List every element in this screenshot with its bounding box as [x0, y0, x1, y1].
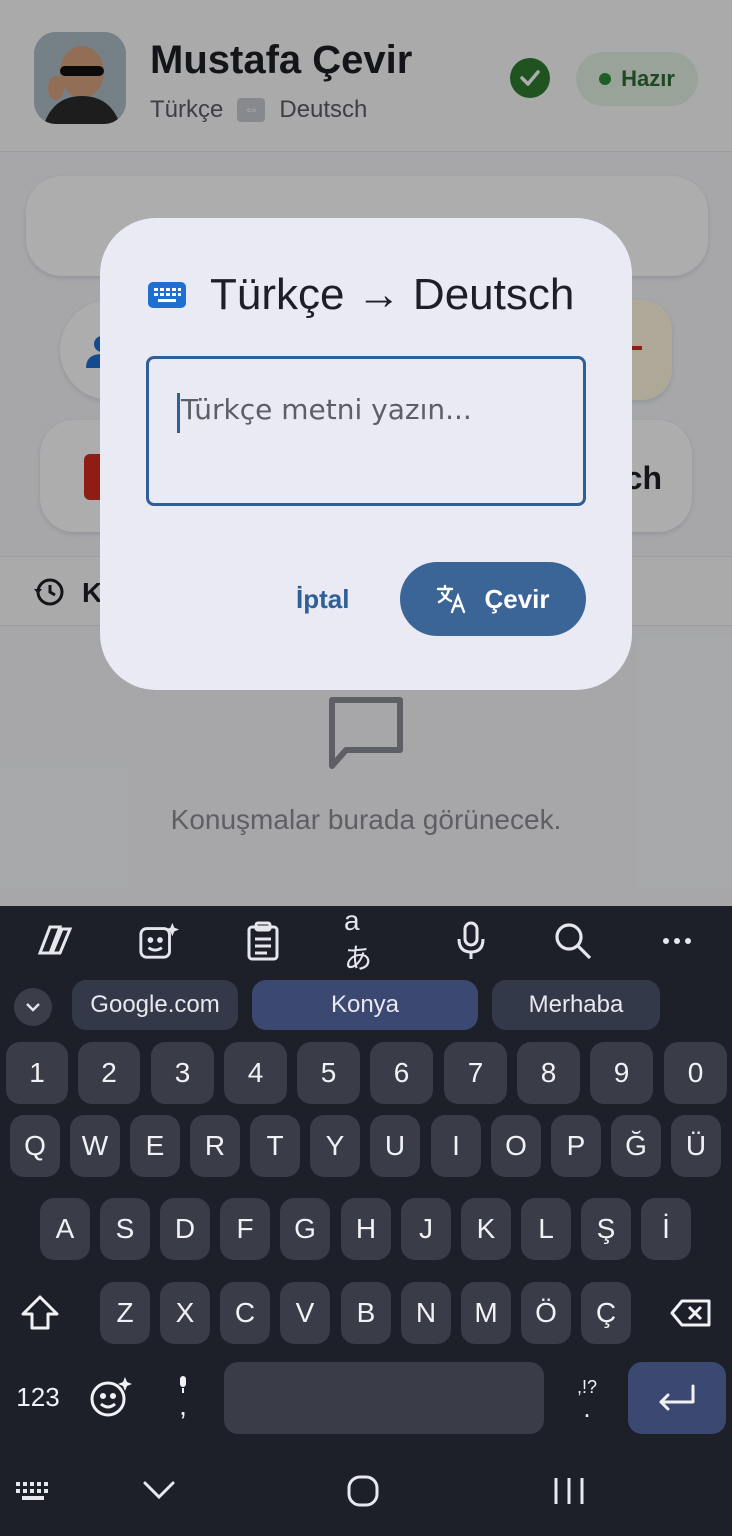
- microphone-icon[interactable]: [450, 920, 492, 962]
- key-1[interactable]: 1: [6, 1042, 68, 1104]
- suggestion-chip[interactable]: Merhaba: [492, 980, 660, 1030]
- key-s-cedilla[interactable]: Ş: [581, 1198, 631, 1260]
- key-7[interactable]: 7: [444, 1042, 507, 1104]
- key-9[interactable]: 9: [590, 1042, 653, 1104]
- backspace-icon: [670, 1299, 711, 1327]
- keyboard-switch-icon[interactable]: [14, 1480, 52, 1502]
- copilot-icon[interactable]: [34, 920, 76, 962]
- enter-icon: [659, 1384, 695, 1411]
- backspace-key[interactable]: [656, 1282, 726, 1344]
- key-m[interactable]: M: [461, 1282, 511, 1344]
- key-g-breve[interactable]: Ğ: [611, 1115, 661, 1177]
- dialog-title: Türkçe → Deutsch: [210, 270, 575, 319]
- space-key[interactable]: [224, 1362, 544, 1434]
- text-cursor: [177, 393, 180, 433]
- key-i[interactable]: I: [431, 1115, 481, 1177]
- shift-key[interactable]: [8, 1282, 72, 1344]
- on-screen-keyboard: aあ Google.com Konya Merhaba 1 2 3 4 5 6 …: [0, 905, 732, 1444]
- convert-button[interactable]: Çevir: [400, 562, 586, 636]
- key-y[interactable]: Y: [310, 1115, 360, 1177]
- key-s[interactable]: S: [100, 1198, 150, 1260]
- suggestion-chip[interactable]: Konya: [252, 980, 478, 1030]
- key-i-dotted[interactable]: İ: [641, 1198, 691, 1260]
- key-5[interactable]: 5: [297, 1042, 360, 1104]
- enter-key[interactable]: [628, 1362, 726, 1434]
- key-u[interactable]: U: [370, 1115, 420, 1177]
- search-icon[interactable]: [552, 920, 594, 962]
- key-c-cedilla[interactable]: Ç: [581, 1282, 631, 1344]
- more-options-icon[interactable]: [656, 920, 698, 962]
- system-navigation-bar: [0, 1444, 732, 1536]
- key-3[interactable]: 3: [151, 1042, 214, 1104]
- emoji-icon: [90, 1377, 132, 1417]
- key-l[interactable]: L: [521, 1198, 571, 1260]
- suggestion-chip[interactable]: Google.com: [72, 980, 238, 1030]
- recent-apps-icon[interactable]: [552, 1476, 586, 1506]
- key-u-umlaut[interactable]: Ü: [671, 1115, 721, 1177]
- key-x[interactable]: X: [160, 1282, 210, 1344]
- hide-keyboard-icon[interactable]: [142, 1480, 176, 1500]
- convert-label: Çevir: [484, 583, 550, 614]
- input-placeholder: Türkçe metni yazın...: [181, 393, 472, 426]
- key-8[interactable]: 8: [517, 1042, 580, 1104]
- punctuation-key[interactable]: ,!? .: [556, 1366, 618, 1428]
- keyboard-toolbar: aあ: [0, 905, 732, 974]
- key-z[interactable]: Z: [100, 1282, 150, 1344]
- key-p[interactable]: P: [551, 1115, 601, 1177]
- key-q[interactable]: Q: [10, 1115, 60, 1177]
- key-6[interactable]: 6: [370, 1042, 433, 1104]
- suggestion-bar: Google.com Konya Merhaba: [0, 978, 732, 1032]
- key-n[interactable]: N: [401, 1282, 451, 1344]
- translate-dialog: Türkçe → Deutsch Türkçe metni yazın... İ…: [100, 218, 632, 690]
- key-2[interactable]: 2: [78, 1042, 140, 1104]
- comma-mic-key[interactable]: ,: [152, 1366, 214, 1428]
- key-g[interactable]: G: [280, 1198, 330, 1260]
- chevron-down-icon[interactable]: [14, 988, 52, 1026]
- key-h[interactable]: H: [341, 1198, 391, 1260]
- key-t[interactable]: T: [250, 1115, 300, 1177]
- comma-label: ,: [179, 1390, 187, 1421]
- key-j[interactable]: J: [401, 1198, 451, 1260]
- key-0[interactable]: 0: [664, 1042, 727, 1104]
- key-b[interactable]: B: [341, 1282, 391, 1344]
- translate-icon: [437, 584, 466, 614]
- key-d[interactable]: D: [160, 1198, 210, 1260]
- key-f[interactable]: F: [220, 1198, 270, 1260]
- key-c[interactable]: C: [220, 1282, 270, 1344]
- key-r[interactable]: R: [190, 1115, 240, 1177]
- key-o-umlaut[interactable]: Ö: [521, 1282, 571, 1344]
- key-4[interactable]: 4: [224, 1042, 287, 1104]
- key-k[interactable]: K: [461, 1198, 511, 1260]
- shift-icon: [21, 1295, 59, 1330]
- symbols-key[interactable]: 123: [6, 1366, 70, 1428]
- translate-keyboard-icon[interactable]: aあ: [344, 905, 386, 974]
- dialog-title-row: Türkçe → Deutsch: [148, 270, 574, 320]
- emoji-key[interactable]: [80, 1366, 142, 1428]
- key-w[interactable]: W: [70, 1115, 120, 1177]
- emoji-sticker-icon[interactable]: [138, 920, 180, 962]
- text-input-field[interactable]: Türkçe metni yazın...: [146, 356, 586, 506]
- keyboard-icon: [148, 282, 186, 308]
- key-a[interactable]: A: [40, 1198, 90, 1260]
- cancel-button[interactable]: İptal: [296, 584, 349, 615]
- key-v[interactable]: V: [280, 1282, 330, 1344]
- clipboard-icon[interactable]: [242, 920, 284, 962]
- period-label: .: [583, 1392, 591, 1423]
- home-icon[interactable]: [346, 1474, 380, 1508]
- key-o[interactable]: O: [491, 1115, 541, 1177]
- key-e[interactable]: E: [130, 1115, 180, 1177]
